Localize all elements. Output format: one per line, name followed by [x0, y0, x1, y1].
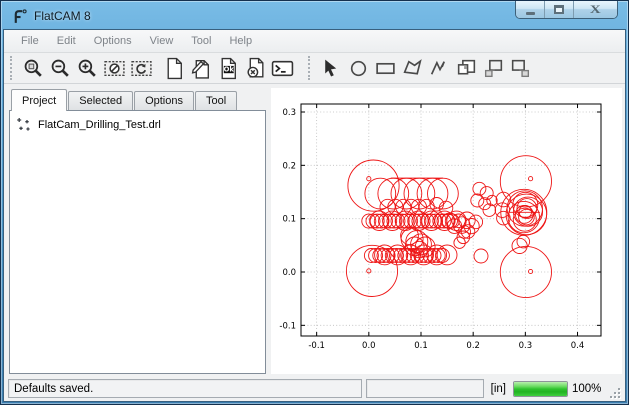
drill-plot-canvas[interactable]: -0.1 0.0 0.1 0.2 0.3 0.4 -0.1 0.0 0.1 0.2 0.3 — [271, 88, 622, 374]
statusbar: Defaults saved. [in] 100% — [4, 376, 625, 401]
menu-tool[interactable]: Tool — [182, 32, 220, 50]
union-icon — [455, 57, 478, 80]
minimize-button[interactable] — [516, 1, 545, 18]
path-icon — [428, 57, 451, 80]
ok-file-icon: Ok — [217, 57, 240, 80]
zoom-in-icon — [76, 57, 99, 80]
close-button[interactable]: X — [574, 1, 617, 18]
add-circle-button[interactable] — [345, 55, 372, 82]
caption-buttons: X — [515, 1, 618, 19]
svg-text:0.2: 0.2 — [282, 161, 296, 171]
status-aux-box — [366, 379, 484, 398]
editor-toolbar-drag-handle[interactable] — [308, 56, 313, 80]
zoom-out-button[interactable] — [47, 55, 74, 82]
add-rectangle-button[interactable] — [372, 55, 399, 82]
zoom-fit-button[interactable] — [20, 55, 47, 82]
maximize-button[interactable] — [545, 1, 574, 18]
project-tree[interactable]: FlatCam_Drilling_Test.drl — [9, 110, 266, 374]
tree-item-label: FlatCam_Drilling_Test.drl — [38, 119, 161, 131]
flatcam-window: FlatCAM 8 X File Edit Options View Tool … — [0, 0, 629, 405]
zoom-in-button[interactable] — [74, 55, 101, 82]
clear-plot-icon — [103, 57, 126, 80]
tree-item-drill-file[interactable]: FlatCam_Drilling_Test.drl — [14, 116, 261, 133]
flatcam-logo-icon — [11, 8, 28, 25]
menubar: File Edit Options View Tool Help — [4, 30, 625, 53]
zoom-out-icon — [49, 57, 72, 80]
toolbar-drag-handle[interactable] — [10, 56, 15, 80]
menu-file[interactable]: File — [12, 32, 48, 50]
toolbar: Ok — [4, 53, 625, 84]
window-content: File Edit Options View Tool Help — [3, 29, 626, 402]
shell-button[interactable] — [269, 55, 296, 82]
polygon-subtraction-button[interactable] — [507, 55, 534, 82]
replot-icon — [130, 57, 153, 80]
menu-help[interactable]: Help — [220, 32, 261, 50]
svg-text:-0.1: -0.1 — [279, 321, 296, 331]
svg-text:-0.1: -0.1 — [308, 341, 325, 351]
add-path-button[interactable] — [426, 55, 453, 82]
units-label: [in] — [488, 383, 509, 395]
svg-text:0.2: 0.2 — [466, 341, 480, 351]
tab-bar: Project Selected Options Tool — [9, 88, 266, 110]
polygon-intersection-button[interactable] — [480, 55, 507, 82]
rectangle-icon — [374, 57, 397, 80]
resize-grip-icon[interactable] — [608, 386, 621, 399]
new-file-icon — [163, 57, 186, 80]
select-arrow-icon — [320, 57, 343, 80]
minimize-icon — [526, 12, 535, 15]
menu-options[interactable]: Options — [85, 32, 141, 50]
progress-percent-label: 100% — [572, 383, 604, 395]
left-pane: Project Selected Options Tool — [9, 88, 266, 374]
svg-text:0.1: 0.1 — [282, 215, 296, 225]
svg-text:0.3: 0.3 — [519, 341, 533, 351]
tab-options[interactable]: Options — [134, 91, 194, 110]
shell-icon — [271, 57, 294, 80]
tab-selected[interactable]: Selected — [68, 91, 133, 110]
menu-view[interactable]: View — [141, 32, 183, 50]
svg-text:0.3: 0.3 — [282, 108, 296, 118]
polygon-union-button[interactable] — [453, 55, 480, 82]
clear-plot-button[interactable] — [101, 55, 128, 82]
menu-edit[interactable]: Edit — [48, 32, 85, 50]
edit-file-icon — [190, 57, 213, 80]
status-message-box: Defaults saved. — [8, 379, 362, 398]
tab-project[interactable]: Project — [11, 89, 67, 111]
subtraction-icon — [509, 57, 532, 80]
zoom-fit-icon — [22, 57, 45, 80]
cancel-edit-button[interactable] — [242, 55, 269, 82]
svg-text:0.0: 0.0 — [282, 268, 296, 278]
intersection-icon — [482, 57, 505, 80]
edit-geometry-button[interactable] — [188, 55, 215, 82]
replot-button[interactable] — [128, 55, 155, 82]
svg-text:0.0: 0.0 — [362, 341, 376, 351]
status-message: Defaults saved. — [14, 383, 93, 395]
svg-text:Ok: Ok — [224, 65, 235, 73]
svg-text:0.1: 0.1 — [414, 341, 428, 351]
close-icon: X — [590, 2, 601, 17]
plot-pane[interactable]: -0.1 0.0 0.1 0.2 0.3 0.4 -0.1 0.0 0.1 0.2 0.3 — [271, 88, 622, 374]
main-area: Project Selected Options Tool — [4, 84, 625, 376]
drill-marks-icon — [16, 117, 31, 132]
add-polygon-button[interactable] — [399, 55, 426, 82]
polygon-icon — [401, 57, 424, 80]
update-geometry-button[interactable]: Ok — [215, 55, 242, 82]
progress-bar-fill — [514, 382, 567, 396]
tab-tool[interactable]: Tool — [195, 91, 237, 110]
circle-icon — [347, 57, 370, 80]
svg-text:0.4: 0.4 — [571, 341, 585, 351]
maximize-icon — [554, 5, 564, 14]
progress-bar — [513, 381, 568, 397]
titlebar[interactable]: FlatCAM 8 X — [3, 3, 626, 29]
new-geometry-button[interactable] — [161, 55, 188, 82]
select-tool-button[interactable] — [318, 55, 345, 82]
cancel-file-icon — [244, 57, 267, 80]
window-title: FlatCAM 8 — [34, 9, 91, 23]
